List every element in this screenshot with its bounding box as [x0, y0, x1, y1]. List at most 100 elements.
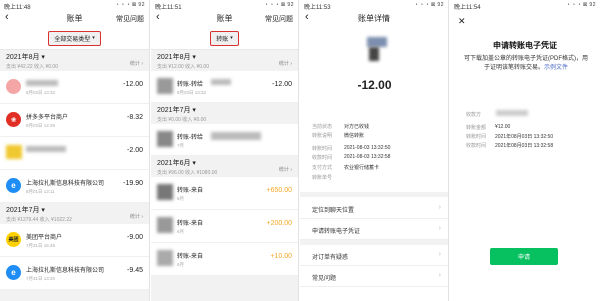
redacted-avatar-bottom	[369, 47, 379, 61]
redacted-avatar-top	[367, 37, 387, 47]
tx-name: 上海拉扎斯信息科技有限公司	[26, 268, 105, 274]
list-item[interactable]: 转账-转给 7月	[151, 124, 298, 156]
month-label[interactable]: 2021年8月 ▾	[6, 52, 143, 62]
pinduoduo-icon: ❀	[6, 112, 21, 127]
bill-list-panel: 晚上11:48 ◔ ◔ ◔ ⊠ 92 ‹ 账单 常见问题 全部交易类型 ▾ 202…	[0, 0, 150, 301]
redacted-avatar	[157, 184, 173, 200]
tx-name: 转账-来自	[177, 221, 203, 227]
description: 可下载加盖公章的转账电子凭证(PDF格式)，用于证明该笔转账交易。示例文件	[464, 55, 588, 73]
stats-label: 统计	[129, 61, 140, 67]
close-icon[interactable]: ✕	[458, 16, 466, 27]
detail-row: 当前状态 对方已收钱	[312, 123, 369, 130]
month-text: 2021年8月	[6, 54, 40, 61]
month-text: 2021年7月	[6, 207, 40, 214]
month-label[interactable]: 2021年7月 ▾	[157, 105, 292, 115]
back-icon[interactable]: ‹	[305, 11, 309, 23]
list-item[interactable]: ❀ 拼多多平台商户 8月03日 12:29 -8.32	[0, 104, 149, 137]
status-icons: ◔ ◔ ◔ ⊠ 92	[566, 2, 596, 8]
chevron-right-icon: ›	[438, 272, 441, 279]
detail-row: 收款时间 2021年08月03日 13:32:58	[466, 142, 553, 149]
tx-amount: -8.32	[127, 114, 143, 121]
filter-bar: 全部交易类型 ▾	[0, 27, 149, 50]
status-icons: ◔ ◔ ◔ ⊠ 92	[414, 2, 444, 8]
back-icon[interactable]: ‹	[156, 11, 160, 23]
tx-name: 转账-来自	[177, 188, 203, 194]
apply-button[interactable]: 申请	[490, 248, 558, 265]
list-item[interactable]: 8月03日 13:32 -12.00	[0, 71, 149, 104]
detail-row: 转账单号	[312, 174, 332, 181]
month-label[interactable]: 2021年8月 ▾	[157, 52, 292, 62]
status-bar: 晚上11:51 ◔ ◔ ◔ ⊠ 92	[151, 0, 298, 11]
order-question-button[interactable]: 对订单有疑惑 ›	[300, 245, 448, 266]
month-summary: 支出 ¥1279.44 收入 ¥1022.22	[6, 217, 72, 223]
detail-row: 收款时间 2021-08-03 13:32:58	[312, 154, 390, 161]
detail-row: 转账时间 2021-08-03 13:32:50	[312, 145, 390, 152]
row-value: 微信转账	[344, 133, 365, 139]
status-bar: 晚上11:54 ◔ ◔ ◔ ⊠ 92	[450, 0, 600, 11]
list-item[interactable]: -2.00	[0, 137, 149, 170]
row-key: 收款方	[466, 112, 482, 118]
transaction-type-filter[interactable]: 转账 ▾	[210, 30, 239, 46]
faq-button[interactable]: 常见问题 ›	[300, 266, 448, 287]
tx-amount: +10.00	[270, 253, 292, 260]
tx-date: 8月01日 13:11	[26, 189, 55, 194]
merchant-avatar	[6, 79, 21, 94]
locate-chat-button[interactable]: 定位到聊天位置 ›	[300, 198, 448, 219]
tx-name: 转账-转给	[177, 82, 203, 88]
stats-link[interactable]: 统计 ›	[130, 213, 143, 220]
page-title: 申请转账电子凭证	[493, 41, 557, 50]
detail-row: 支付方式 农业银行储蓄卡	[312, 164, 379, 171]
month-header: 2021年8月 ▾ 支出 ¥42.22 收入 ¥0.00 统计 ›	[0, 50, 149, 71]
nav-bar: ‹ 账单 常见问题	[151, 10, 298, 27]
stats-link[interactable]: 统计 ›	[130, 60, 143, 67]
list-item[interactable]: e 上海拉扎斯信息科技有限公司 8月01日 13:11 -19.90	[0, 170, 149, 203]
stats-link[interactable]: 统计 ›	[279, 60, 292, 67]
transfer-bill-panel: 晚上11:51 ◔ ◔ ◔ ⊠ 92 ‹ 账单 常见问题 转账 ▾ 2021年8月…	[151, 0, 299, 301]
row-value: 对方已收钱	[344, 124, 370, 130]
detail-row: 转账说明 微信转账	[312, 132, 364, 139]
list-item[interactable]: 美团 美团平台商户 7月31日 15:48 -9.00	[0, 224, 149, 257]
month-label[interactable]: 2021年6月 ▾	[157, 158, 292, 168]
tx-name: 上海拉扎斯信息科技有限公司	[26, 181, 105, 187]
detail-row: 转账时间 2021年08月03日 13:32:50	[466, 133, 553, 140]
redacted-avatar	[157, 250, 173, 266]
apply-voucher-button[interactable]: 申请转账电子凭证 ›	[300, 219, 448, 240]
tx-amount: -2.00	[127, 147, 143, 154]
list-item[interactable]: 转账-来自 6月 +200.00	[151, 210, 298, 243]
meituan-icon: 美团	[6, 232, 21, 247]
row-value: 2021年08月03日 13:32:58	[495, 143, 554, 149]
stats-label: 统计	[129, 214, 140, 220]
faq-link[interactable]: 常见问题	[265, 14, 293, 24]
description-text: 可下载加盖公章的转账电子凭证(PDF格式)，用于证明该笔转账交易。	[464, 56, 588, 71]
eleme-icon: e	[6, 265, 21, 280]
list-item[interactable]: 转账-来自 6月 +10.00	[151, 243, 298, 276]
list-item[interactable]: 转账-来自 6月 +650.00	[151, 177, 298, 210]
stats-label: 统计	[278, 167, 289, 173]
faq-link[interactable]: 常见问题	[116, 14, 144, 24]
row-key: 支付方式	[312, 165, 333, 171]
tx-date: 6月	[177, 196, 185, 201]
stats-link[interactable]: 统计 ›	[279, 166, 292, 173]
avatar	[367, 37, 391, 63]
tx-date: 8月03日 13:32	[26, 90, 56, 95]
row-key: 收款时间	[466, 143, 487, 149]
month-header: 2021年7月 ▾ 支出 ¥0.00 收入 ¥0.00	[151, 103, 298, 124]
detail-amount: -12.00	[357, 78, 392, 92]
status-bar: 晚上11:53 ◔ ◔ ◔ ⊠ 92	[300, 0, 448, 11]
tx-amount: -12.00	[123, 81, 143, 88]
status-time: 晚上11:54	[454, 5, 481, 11]
transaction-type-filter[interactable]: 全部交易类型 ▾	[48, 30, 101, 46]
status-icons: ◔ ◔ ◔ ⊠ 92	[115, 2, 145, 8]
page-title: 账单详情	[358, 14, 390, 23]
sample-file-link[interactable]: 示例文件	[544, 65, 568, 71]
voucher-apply-panel: 晚上11:54 ◔ ◔ ◔ ⊠ 92 ✕ 申请转账电子凭证 可下载加盖公章的转账…	[450, 0, 600, 301]
list-item[interactable]: 转账-转给 8月03日 13:32 -12.00	[151, 71, 298, 103]
list-item[interactable]: e 上海拉扎斯信息科技有限公司 7月31日 13:20 -9.45	[0, 257, 149, 290]
month-label[interactable]: 2021年7月 ▾	[6, 205, 143, 215]
row-value: 2021-08-03 13:32:50	[344, 145, 391, 151]
status-time: 晚上11:53	[304, 5, 331, 11]
row-value: 2021-08-03 13:32:58	[344, 154, 391, 160]
redacted-avatar	[157, 131, 173, 147]
redacted-avatar	[157, 217, 173, 233]
back-icon[interactable]: ‹	[5, 11, 9, 23]
